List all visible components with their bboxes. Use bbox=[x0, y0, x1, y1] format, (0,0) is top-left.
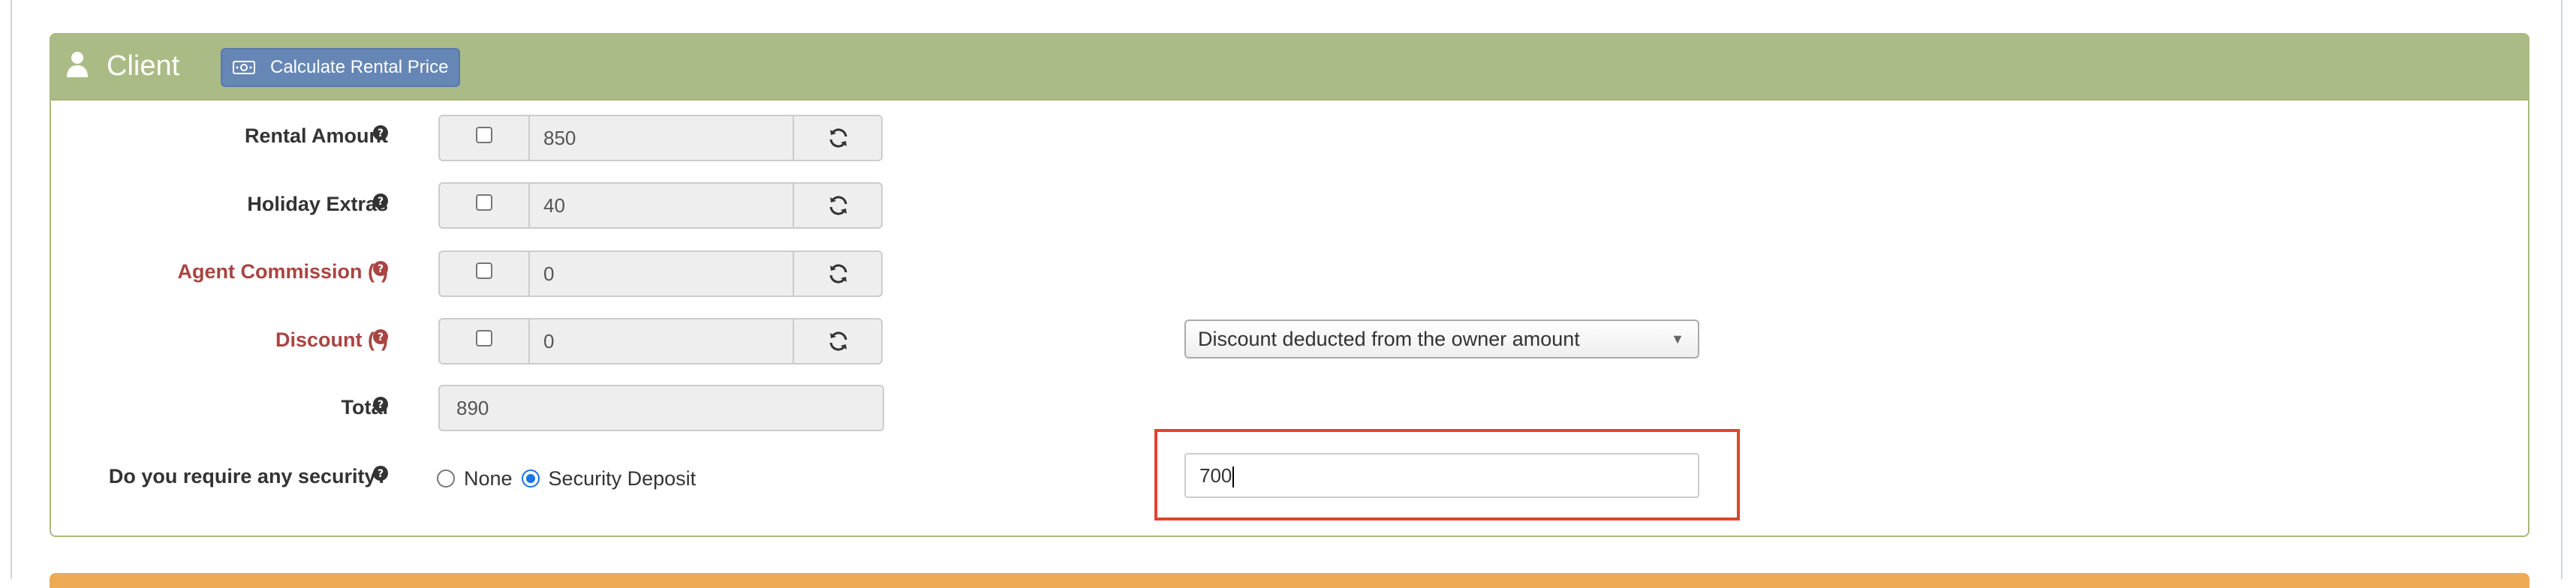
holiday-extras-refresh-button[interactable] bbox=[793, 184, 881, 227]
holiday-extras-value: 40 bbox=[543, 194, 565, 217]
holiday-extras-label: Holiday Extras bbox=[247, 193, 388, 215]
agent-commission-input-group: 0 bbox=[438, 250, 883, 297]
question-circle-icon[interactable]: ? bbox=[372, 124, 389, 141]
panel-heading: Client Calculate Rental Price bbox=[51, 34, 2528, 100]
rental-amount-label: Rental Amount bbox=[245, 124, 388, 147]
money-icon bbox=[233, 61, 255, 74]
question-circle-icon[interactable]: ? bbox=[372, 193, 389, 209]
refresh-icon bbox=[829, 128, 847, 148]
security-deposit-label[interactable]: Security Deposit bbox=[549, 467, 697, 490]
rental-amount-input-group: 850 bbox=[438, 115, 883, 161]
svg-text:?: ? bbox=[378, 468, 384, 480]
caret-down-icon: ▼ bbox=[1671, 332, 1684, 346]
security-deposit-radio[interactable] bbox=[521, 470, 540, 488]
holiday-extras-input-group: 40 bbox=[438, 182, 883, 229]
refresh-icon bbox=[829, 264, 847, 284]
panel-title: Client bbox=[107, 50, 180, 82]
refresh-icon bbox=[829, 332, 847, 351]
security-none-radio[interactable] bbox=[437, 470, 455, 488]
calculate-rental-price-button[interactable]: Calculate Rental Price bbox=[221, 48, 461, 87]
discount-checkbox[interactable] bbox=[476, 330, 492, 346]
question-circle-icon[interactable]: ? bbox=[372, 260, 389, 277]
agent-commission-label: Agent Commission (-) bbox=[177, 260, 389, 283]
rental-amount-value: 850 bbox=[543, 127, 576, 149]
text-caret bbox=[1232, 466, 1235, 488]
discount-deduction-select[interactable]: Discount deducted from the owner amount … bbox=[1184, 320, 1699, 358]
agent-commission-refresh-button[interactable] bbox=[793, 252, 881, 296]
question-circle-icon[interactable]: ? bbox=[372, 465, 389, 482]
user-icon bbox=[67, 52, 88, 77]
security-none-label[interactable]: None bbox=[464, 467, 513, 490]
svg-text:?: ? bbox=[378, 128, 384, 140]
rental-amount-refresh-button[interactable] bbox=[793, 116, 881, 160]
security-deposit-value: 700 bbox=[1199, 464, 1232, 487]
rental-amount-checkbox[interactable] bbox=[476, 127, 492, 143]
agent-commission-value: 0 bbox=[543, 262, 555, 285]
question-circle-icon[interactable]: ? bbox=[372, 328, 389, 345]
security-label: Do you require any security? bbox=[108, 465, 388, 488]
discount-deduction-selected: Discount deducted from the owner amount bbox=[1198, 328, 1580, 350]
agent-commission-checkbox-cell bbox=[440, 252, 530, 296]
holiday-extras-checkbox[interactable] bbox=[476, 194, 492, 211]
discount-label: Discount (-) bbox=[275, 328, 388, 351]
svg-text:?: ? bbox=[378, 263, 384, 275]
rental-amount-checkbox-cell bbox=[440, 116, 530, 160]
security-deposit-input[interactable]: 700 bbox=[1184, 453, 1699, 498]
security-options: None Security Deposit bbox=[437, 465, 696, 492]
discount-input-group: 0 bbox=[438, 318, 883, 364]
discount-value: 0 bbox=[543, 330, 555, 352]
refresh-icon bbox=[829, 196, 847, 215]
total-field: 890 bbox=[438, 385, 884, 431]
holiday-extras-checkbox-cell bbox=[440, 184, 530, 227]
total-label: Total bbox=[341, 396, 389, 418]
calculate-button-label: Calculate Rental Price bbox=[270, 57, 449, 77]
question-circle-icon[interactable]: ? bbox=[372, 396, 389, 412]
agent-commission-checkbox[interactable] bbox=[476, 262, 492, 279]
svg-text:?: ? bbox=[378, 332, 384, 344]
svg-text:?: ? bbox=[378, 196, 384, 208]
discount-refresh-button[interactable] bbox=[793, 320, 881, 363]
svg-text:?: ? bbox=[378, 399, 384, 411]
next-panel-header bbox=[50, 573, 2529, 588]
discount-checkbox-cell bbox=[440, 320, 530, 363]
